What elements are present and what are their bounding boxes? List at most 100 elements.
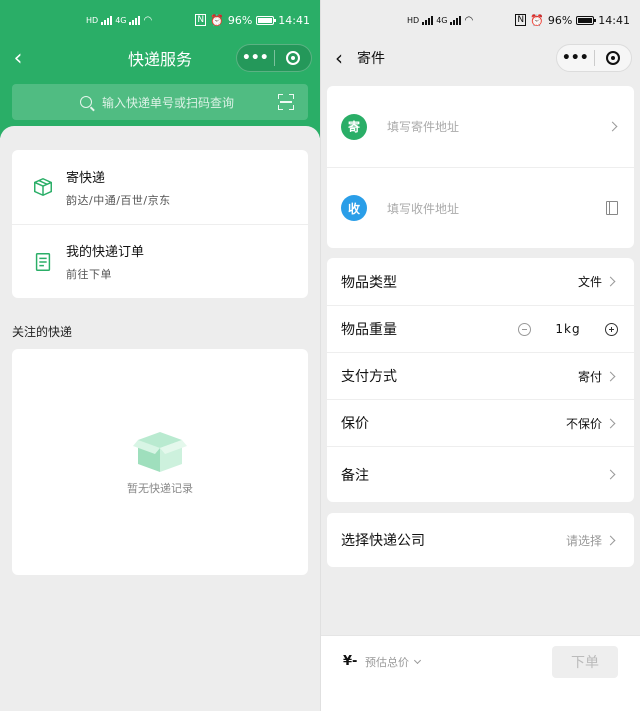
nfc-icon: N bbox=[515, 14, 527, 26]
network-label: 4G bbox=[436, 15, 448, 25]
target-icon bbox=[605, 51, 620, 65]
close-program-button[interactable] bbox=[275, 45, 312, 71]
battery-icon bbox=[576, 15, 597, 25]
back-button[interactable]: ‹ bbox=[321, 40, 357, 76]
menu-item-my-orders[interactable]: 我的快递订单 前往下单 bbox=[12, 224, 308, 298]
select-company-row[interactable]: 选择快递公司 请选择 bbox=[327, 513, 634, 567]
item-details-card: 物品类型 文件 物品重量 1kg 支付方式 寄付 保价 不保价 备注 bbox=[327, 258, 634, 502]
sender-address-placeholder: 填写寄件地址 bbox=[387, 120, 460, 134]
battery-percent: 96% bbox=[227, 13, 253, 27]
row-label: 备注 bbox=[341, 467, 369, 484]
more-button[interactable]: ••• bbox=[237, 45, 274, 71]
chevron-left-icon: ‹ bbox=[13, 45, 23, 71]
row-value: 不保价 bbox=[565, 416, 602, 431]
estimated-price: ¥- bbox=[343, 654, 358, 669]
followed-section-label: 关注的快递 bbox=[12, 325, 73, 339]
search-icon bbox=[80, 96, 92, 108]
menu-subtitle: 韵达/中通/百世/京东 bbox=[66, 193, 171, 207]
express-service-screen: HD 4G ◠ N ⏰ 96% 14:41 ‹ 快递服务 ••• 输入快递单号或… bbox=[0, 0, 320, 711]
receiver-address-placeholder: 填写收件地址 bbox=[387, 201, 460, 216]
navbar: ‹ 快递服务 ••• bbox=[0, 40, 320, 76]
box-icon bbox=[34, 177, 52, 197]
nfc-icon: N bbox=[195, 14, 207, 26]
green-header: HD 4G ◠ N ⏰ 96% 14:41 ‹ 快递服务 ••• 输入快递单号或… bbox=[0, 0, 320, 138]
order-footer: ¥- 预估总价 下单 bbox=[321, 635, 640, 711]
address-card: 寄 填写寄件地址 收 填写收件地址 bbox=[327, 86, 634, 248]
sender-badge: 寄 bbox=[341, 113, 367, 140]
mini-program-capsule: ••• bbox=[556, 44, 632, 72]
empty-text: 暂无快递记录 bbox=[127, 482, 193, 495]
plus-icon[interactable] bbox=[605, 322, 618, 336]
place-order-button[interactable]: 下单 bbox=[552, 646, 618, 678]
menu-text: 我的快递订单 前往下单 bbox=[66, 241, 144, 282]
back-button[interactable]: ‹ bbox=[0, 40, 36, 76]
sim-label: HD bbox=[86, 15, 99, 25]
more-dots-icon: ••• bbox=[241, 50, 269, 66]
row-label: 支付方式 bbox=[341, 369, 397, 385]
sim-label: HD bbox=[407, 15, 420, 25]
row-label: 物品重量 bbox=[341, 322, 397, 338]
service-menu: 寄快递 韵达/中通/百世/京东 我的快递订单 前往下单 bbox=[12, 150, 308, 298]
chevron-right-icon bbox=[605, 418, 616, 428]
row-label: 物品类型 bbox=[341, 274, 397, 291]
menu-item-send-express[interactable]: 寄快递 韵达/中通/百世/京东 bbox=[12, 150, 308, 224]
scan-icon[interactable] bbox=[278, 94, 294, 110]
page-title: 寄件 bbox=[357, 51, 385, 67]
more-button[interactable]: ••• bbox=[557, 45, 594, 71]
tracking-search-bar[interactable]: 输入快递单号或扫码查询 bbox=[12, 84, 308, 120]
receiver-address-row[interactable]: 收 填写收件地址 bbox=[327, 167, 634, 248]
wifi-icon: ◠ bbox=[464, 14, 474, 26]
estimate-toggle[interactable]: 预估总价 bbox=[365, 654, 422, 670]
more-dots-icon: ••• bbox=[561, 50, 589, 66]
followed-express-list: 暂无快递记录 bbox=[12, 349, 308, 575]
chevron-down-icon bbox=[413, 656, 422, 665]
courier-company-card: 选择快递公司 请选择 bbox=[327, 513, 634, 567]
battery-icon bbox=[256, 15, 277, 25]
row-label: 选择快递公司 bbox=[341, 533, 425, 549]
signal-icon-2 bbox=[450, 15, 462, 25]
item-type-row[interactable]: 物品类型 文件 bbox=[327, 258, 634, 305]
signal-indicators: HD 4G ◠ bbox=[86, 15, 152, 26]
signal-icon-2 bbox=[129, 15, 141, 25]
row-value: 请选择 bbox=[565, 533, 602, 548]
receiver-badge: 收 bbox=[341, 195, 367, 221]
status-right: N ⏰ 96% 14:41 bbox=[515, 14, 630, 27]
empty-box-icon bbox=[133, 432, 187, 472]
remark-row[interactable]: 备注 bbox=[327, 446, 634, 502]
weight-value: 1kg bbox=[555, 322, 581, 336]
signal-indicators: HD 4G ◠ bbox=[407, 15, 473, 26]
weight-stepper: 1kg bbox=[518, 322, 618, 336]
network-label: 4G bbox=[115, 15, 127, 25]
battery-percent: 96% bbox=[547, 13, 573, 27]
chevron-right-icon bbox=[605, 276, 616, 287]
empty-state: 暂无快递记录 bbox=[12, 349, 308, 575]
address-book-icon[interactable] bbox=[606, 201, 618, 215]
row-label: 保价 bbox=[341, 416, 369, 432]
clock: 14:41 bbox=[598, 13, 630, 27]
insurance-row[interactable]: 保价 不保价 bbox=[327, 399, 634, 446]
document-icon bbox=[35, 252, 51, 271]
target-icon bbox=[285, 51, 300, 65]
mini-program-capsule: ••• bbox=[236, 44, 312, 72]
item-weight-row: 物品重量 1kg bbox=[327, 305, 634, 352]
chevron-right-icon bbox=[607, 121, 618, 132]
status-bar: HD 4G ◠ N ⏰ 96% 14:41 bbox=[321, 0, 640, 40]
sender-address-row[interactable]: 寄 填写寄件地址 bbox=[327, 86, 634, 167]
search-input[interactable]: 输入快递单号或扫码查询 bbox=[102, 94, 234, 111]
menu-subtitle: 前往下单 bbox=[66, 268, 112, 281]
row-value: 文件 bbox=[577, 275, 602, 289]
status-bar: HD 4G ◠ N ⏰ 96% 14:41 bbox=[0, 0, 320, 40]
payment-method-row[interactable]: 支付方式 寄付 bbox=[327, 352, 634, 399]
wifi-icon: ◠ bbox=[143, 14, 153, 26]
row-value: 寄付 bbox=[577, 369, 602, 384]
content-top-curve bbox=[0, 126, 320, 146]
signal-icon bbox=[422, 15, 434, 25]
close-program-button[interactable] bbox=[595, 45, 632, 71]
minus-icon[interactable] bbox=[518, 322, 531, 336]
chevron-right-icon bbox=[605, 535, 616, 545]
send-express-screen: HD 4G ◠ N ⏰ 96% 14:41 ‹ 寄件 ••• 寄 填写寄件地址 … bbox=[320, 0, 640, 711]
alarm-icon: ⏰ bbox=[530, 13, 544, 27]
alarm-icon: ⏰ bbox=[210, 13, 224, 27]
signal-icon bbox=[101, 15, 113, 25]
navbar: ‹ 寄件 ••• bbox=[321, 40, 640, 76]
